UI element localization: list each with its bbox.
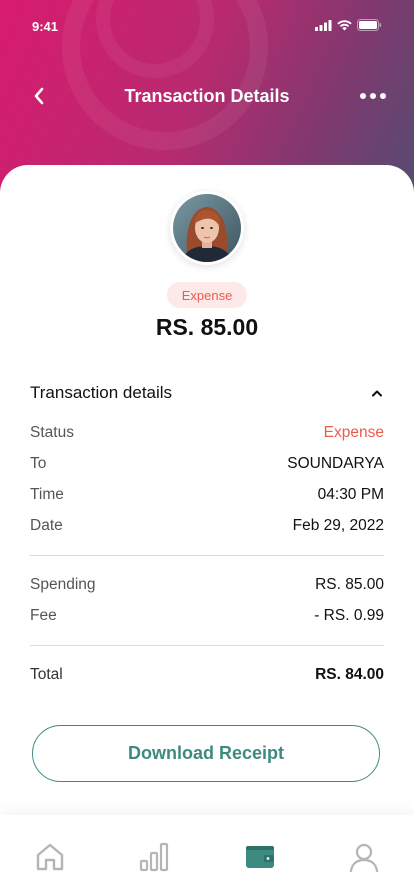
- detail-label: Time: [30, 486, 64, 503]
- section-title: Transaction details: [30, 383, 173, 402]
- dot-icon: [370, 93, 376, 99]
- cost-label: Spending: [30, 576, 96, 593]
- detail-row-status: Status Expense: [30, 422, 384, 444]
- detail-label: To: [30, 455, 47, 472]
- total-label: Total: [30, 666, 63, 683]
- profile-icon: [349, 843, 379, 873]
- avatar-frame: [170, 191, 244, 265]
- download-receipt-button[interactable]: Download Receipt: [32, 725, 380, 782]
- home-icon: [36, 843, 64, 871]
- dot-icon: [360, 93, 366, 99]
- detail-row-to: To SOUNDARYA: [30, 453, 384, 475]
- detail-row-time: Time 04:30 PM: [30, 484, 384, 506]
- divider: [30, 645, 384, 646]
- dot-icon: [380, 93, 386, 99]
- detail-value: SOUNDARYA: [287, 455, 384, 472]
- detail-label: Date: [30, 517, 63, 534]
- nav-profile[interactable]: [346, 839, 382, 875]
- stats-icon: [139, 842, 169, 872]
- transaction-details-header[interactable]: Transaction details: [30, 381, 384, 405]
- cost-value: - RS. 0.99: [314, 607, 384, 624]
- detail-value: 04:30 PM: [317, 486, 384, 503]
- transaction-type-badge: Expense: [167, 282, 247, 308]
- signal-icon: [315, 19, 332, 31]
- cost-label: Fee: [30, 607, 57, 624]
- status-icons: [315, 19, 382, 31]
- wifi-icon: [337, 19, 352, 30]
- detail-label: Status: [30, 424, 74, 441]
- nav-wallet[interactable]: [242, 839, 278, 875]
- chevron-up-icon: [372, 390, 382, 397]
- avatar: [173, 194, 241, 262]
- status-time: 9:41: [32, 19, 59, 34]
- total-row: Total RS. 84.00: [30, 664, 384, 686]
- nav-home[interactable]: [32, 839, 68, 875]
- transaction-card: Expense RS. 85.00 Transaction details St…: [0, 165, 414, 896]
- wallet-icon: [246, 846, 274, 868]
- nav-stats[interactable]: [136, 839, 172, 875]
- detail-row-date: Date Feb 29, 2022: [30, 515, 384, 537]
- cost-row-fee: Fee - RS. 0.99: [30, 605, 384, 627]
- battery-icon: [357, 19, 382, 31]
- divider: [30, 555, 384, 556]
- detail-value: Expense: [323, 424, 384, 441]
- cost-row-spending: Spending RS. 85.00: [30, 574, 384, 596]
- status-bar: 9:41: [0, 0, 414, 52]
- bottom-nav: [0, 815, 414, 896]
- page-title: Transaction Details: [124, 86, 290, 106]
- total-value: RS. 84.00: [315, 666, 384, 683]
- transaction-amount: RS. 85.00: [155, 314, 259, 340]
- cost-value: RS. 85.00: [315, 576, 384, 593]
- collapse-toggle[interactable]: [370, 386, 384, 400]
- detail-value: Feb 29, 2022: [292, 517, 384, 534]
- more-options-button[interactable]: [358, 86, 388, 106]
